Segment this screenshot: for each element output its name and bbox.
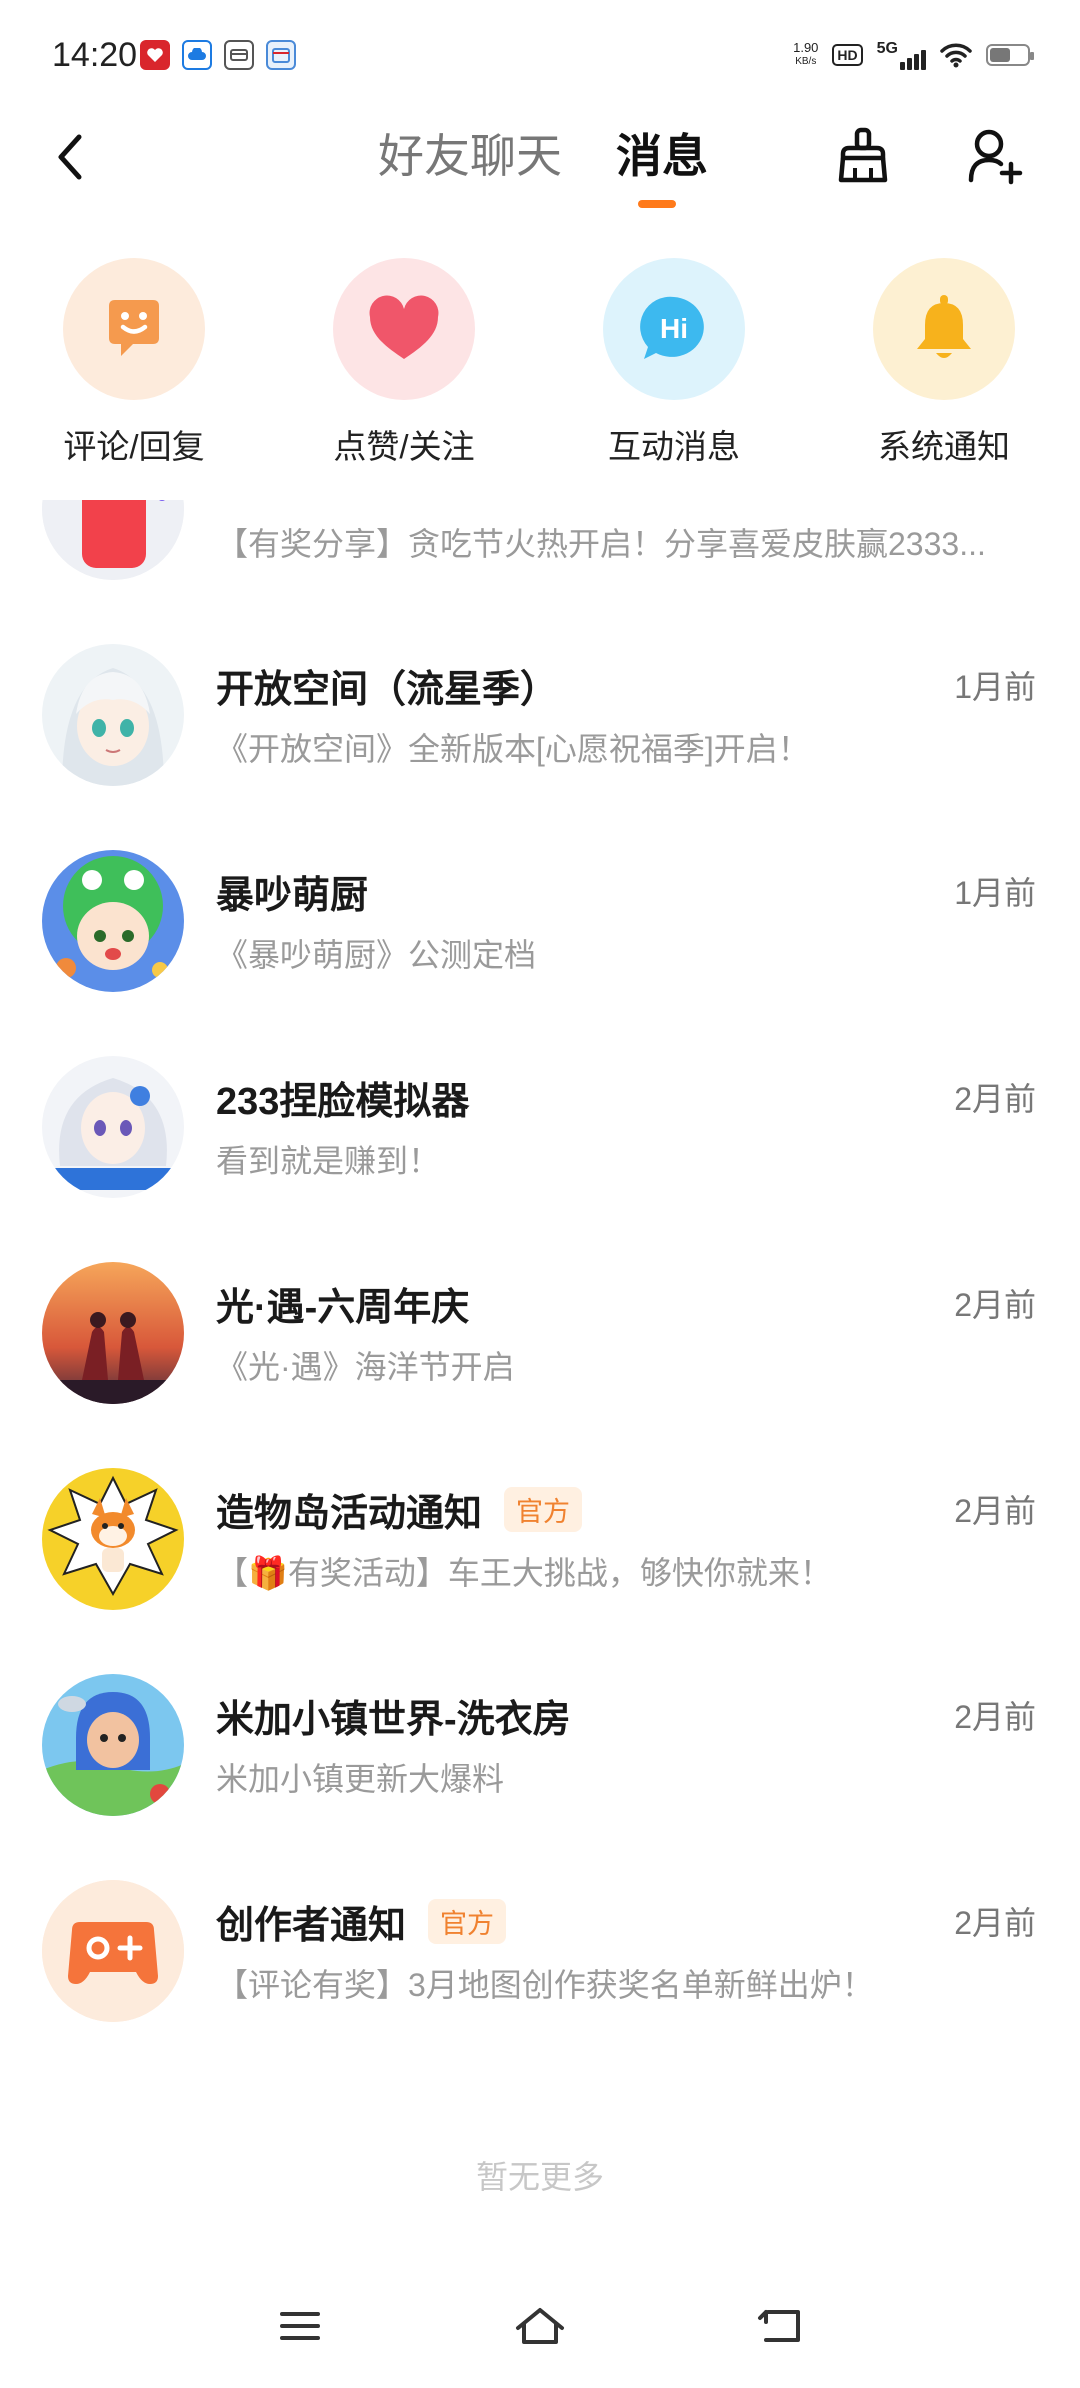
gamepad-icon bbox=[42, 1880, 184, 2022]
official-badge: 官方 bbox=[428, 1899, 507, 1944]
tab-friend-chat[interactable]: 好友聊天 bbox=[378, 120, 562, 186]
bell-icon bbox=[873, 258, 1015, 400]
hi-bubble-icon: Hi bbox=[603, 258, 745, 400]
official-badge: 官方 bbox=[504, 1487, 583, 1532]
dino-chef-avatar bbox=[42, 850, 184, 992]
header: 好友聊天 消息 bbox=[0, 110, 1080, 220]
signal-icon: 5G bbox=[877, 40, 926, 70]
message-time: 2月前 bbox=[954, 1905, 1036, 1941]
menu-button[interactable] bbox=[260, 2296, 340, 2356]
fox-mascot-avatar bbox=[42, 1468, 184, 1610]
category-system-notices[interactable]: 系统通知 bbox=[844, 258, 1044, 468]
list-item[interactable]: 开放空间（流星季） 《开放空间》全新版本[心愿祝福季]开启！ 1月前 bbox=[0, 644, 1080, 850]
list-item[interactable]: 光·遇-六周年庆 《光·遇》海洋节开启 2月前 bbox=[0, 1262, 1080, 1468]
clear-messages-button[interactable] bbox=[828, 118, 898, 194]
network-type: 5G bbox=[876, 40, 898, 57]
battery-icon bbox=[986, 44, 1034, 66]
home-icon bbox=[516, 2308, 564, 2344]
message-list: 【有奖分享】贪吃节火热开启！分享喜爱皮肤赢2333... 开放空间（流星季） 《… bbox=[0, 500, 1080, 2110]
anime-girl-avatar bbox=[42, 644, 184, 786]
heart-icon bbox=[333, 258, 475, 400]
category-label: 系统通知 bbox=[878, 428, 1010, 465]
list-item[interactable]: 米加小镇世界-洗衣房 米加小镇更新大爆料 2月前 bbox=[0, 1674, 1080, 1880]
message-categories: 评论/回复 点赞/关注 Hi 互动消息 系统通知 bbox=[0, 258, 1080, 468]
net-speed: 1.90 KB/s bbox=[793, 41, 818, 69]
face-sim-avatar bbox=[42, 1056, 184, 1198]
wifi-icon bbox=[940, 43, 972, 68]
category-comments-replies[interactable]: 评论/回复 bbox=[34, 258, 234, 468]
status-bar: 14:20 1.90 KB/s HD 5G bbox=[0, 0, 1080, 110]
broom-icon bbox=[838, 127, 888, 183]
message-title-text: 开放空间（流星季） bbox=[216, 669, 559, 711]
net-speed-unit: KB/s bbox=[795, 56, 817, 67]
wallet-app-icon bbox=[224, 40, 254, 70]
menu-icon bbox=[280, 2312, 320, 2340]
message-preview: 米加小镇更新大爆料 bbox=[216, 1761, 505, 1797]
message-title: 233捏脸模拟器 bbox=[216, 1070, 469, 1125]
message-title-text: 米加小镇世界-洗衣房 bbox=[216, 1699, 571, 1741]
message-time: 2月前 bbox=[954, 1081, 1036, 1117]
net-speed-value: 1.90 bbox=[793, 40, 819, 55]
system-nav-bar bbox=[0, 2280, 1080, 2370]
message-preview: 【🎁有奖活动】车王大挑战，够快你就来！ bbox=[216, 1555, 832, 1591]
back-button[interactable] bbox=[40, 122, 100, 192]
chevron-left-icon bbox=[58, 134, 82, 180]
message-preview: 【有奖分享】贪吃节火热开启！分享喜爱皮肤赢2333... bbox=[216, 526, 986, 562]
message-title: 暴吵萌厨 bbox=[216, 864, 368, 919]
tab-messages[interactable]: 消息 bbox=[616, 120, 708, 186]
cloud-app-icon bbox=[182, 40, 212, 70]
category-likes-follows[interactable]: 点赞/关注 bbox=[304, 258, 504, 468]
list-item[interactable]: 【有奖分享】贪吃节火热开启！分享喜爱皮肤赢2333... bbox=[0, 500, 1080, 644]
message-title-text: 创作者通知 bbox=[216, 1905, 407, 1947]
calendar-app-icon bbox=[266, 40, 296, 70]
list-item[interactable]: 233捏脸模拟器 看到就是赚到！ 2月前 bbox=[0, 1056, 1080, 1262]
message-preview: 看到就是赚到！ bbox=[216, 1143, 441, 1179]
back-nav-button[interactable] bbox=[740, 2296, 820, 2356]
message-time: 1月前 bbox=[954, 875, 1036, 911]
add-friend-button[interactable] bbox=[960, 118, 1030, 194]
miga-town-avatar bbox=[42, 1674, 184, 1816]
message-preview: 《开放空间》全新版本[心愿祝福季]开启！ bbox=[216, 731, 810, 767]
message-title: 米加小镇世界-洗衣房 bbox=[216, 1688, 571, 1743]
status-indicators: 1.90 KB/s HD 5G bbox=[793, 40, 1034, 70]
hd-badge: HD bbox=[832, 44, 863, 66]
status-time: 14:20 bbox=[52, 36, 138, 74]
svg-text:Hi: Hi bbox=[660, 313, 688, 344]
message-title: 光·遇-六周年庆 bbox=[216, 1276, 469, 1331]
battery-level bbox=[990, 48, 1010, 62]
message-title: 创作者通知 官方 bbox=[216, 1894, 507, 1949]
message-preview: 【评论有奖】3月地图创作获奖名单新鲜出炉！ bbox=[216, 1967, 874, 2003]
home-button[interactable] bbox=[500, 2296, 580, 2356]
list-item[interactable]: 造物岛活动通知 官方 【🎁有奖活动】车王大挑战，够快你就来！ 2月前 bbox=[0, 1468, 1080, 1674]
heart-badge-icon bbox=[140, 40, 170, 70]
status-app-icons bbox=[140, 40, 296, 70]
sky-sunset-avatar bbox=[42, 1262, 184, 1404]
back-icon bbox=[758, 2310, 800, 2342]
message-title: 造物岛活动通知 官方 bbox=[216, 1482, 583, 1537]
list-item[interactable]: 创作者通知 官方 【评论有奖】3月地图创作获奖名单新鲜出炉！ 2月前 bbox=[0, 1880, 1080, 2086]
category-label: 点赞/关注 bbox=[333, 428, 475, 465]
message-title-text: 233捏脸模拟器 bbox=[216, 1081, 470, 1123]
message-title-text: 暴吵萌厨 bbox=[216, 875, 369, 917]
active-tab-indicator bbox=[638, 200, 676, 208]
message-title-text: 光·遇-六周年庆 bbox=[216, 1287, 470, 1329]
list-item[interactable]: 暴吵萌厨 《暴吵萌厨》公测定档 1月前 bbox=[0, 850, 1080, 1056]
message-time: 2月前 bbox=[954, 1699, 1036, 1735]
message-title-text: 造物岛活动通知 bbox=[216, 1493, 483, 1535]
category-label: 评论/回复 bbox=[63, 428, 205, 465]
message-time: 2月前 bbox=[954, 1287, 1036, 1323]
message-time: 2月前 bbox=[954, 1493, 1036, 1529]
message-time: 1月前 bbox=[954, 669, 1036, 705]
category-label: 互动消息 bbox=[608, 428, 740, 465]
red-monster-avatar bbox=[42, 500, 184, 580]
category-interactions[interactable]: Hi 互动消息 bbox=[574, 258, 774, 468]
no-more-text: 暂无更多 bbox=[475, 2159, 604, 2195]
add-user-icon bbox=[968, 129, 1023, 185]
message-preview: 《暴吵萌厨》公测定档 bbox=[216, 937, 537, 973]
comment-smile-icon bbox=[63, 258, 205, 400]
message-preview: 《光·遇》海洋节开启 bbox=[216, 1349, 515, 1385]
message-title: 开放空间（流星季） bbox=[216, 658, 558, 713]
